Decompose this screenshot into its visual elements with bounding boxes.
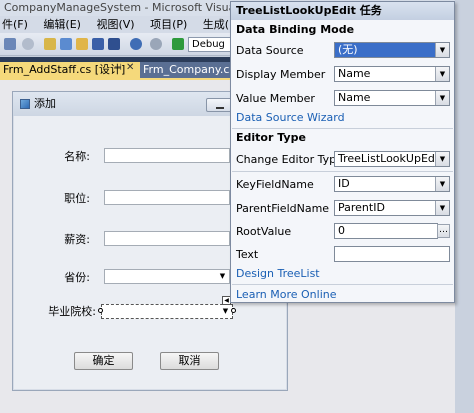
value-member-value: Name (338, 91, 371, 104)
name-label: 名称: (64, 150, 90, 163)
minimize-icon (216, 107, 224, 109)
tab-frm-company[interactable]: Frm_Company.cs (140, 62, 235, 78)
school-treelist-lookup[interactable]: ▼ (101, 304, 233, 319)
design-treelist-link[interactable]: Design TreeList (236, 267, 320, 281)
data-source-value: (无) (338, 43, 358, 56)
root-value-label: RootValue (236, 225, 292, 238)
text-label: Text (236, 248, 259, 261)
ellipsis-button[interactable]: … (437, 224, 450, 238)
salary-input[interactable] (104, 231, 230, 246)
change-editor-type-value: TreeListLookUpEdit (338, 152, 443, 165)
tasks-panel-title: TreeListLookUpEdit 任务 (231, 2, 454, 20)
display-member-combo[interactable]: Name ▼ (334, 66, 450, 82)
ok-button[interactable]: 确定 (74, 352, 133, 370)
minimize-button[interactable] (206, 98, 232, 112)
key-field-name-combo[interactable]: ID ▼ (334, 176, 450, 192)
position-label: 职位: (64, 192, 90, 205)
display-member-value: Name (338, 67, 371, 80)
redo-arrow-icon[interactable] (150, 38, 162, 50)
learn-more-online-link[interactable]: Learn More Online (236, 288, 337, 302)
value-member-label: Value Member (236, 92, 315, 105)
undo-arrow-icon[interactable] (130, 38, 142, 50)
undo-icon[interactable] (4, 38, 16, 50)
section-divider (232, 171, 453, 172)
chevron-down-icon[interactable]: ▼ (435, 177, 449, 191)
key-field-name-value: ID (338, 177, 350, 190)
data-source-label: Data Source (236, 44, 304, 57)
stop-icon[interactable] (22, 38, 34, 50)
chevron-down-icon[interactable]: ▼ (435, 43, 449, 57)
position-input[interactable] (104, 190, 230, 205)
value-member-combo[interactable]: Name ▼ (334, 90, 450, 106)
solution-configuration-combo[interactable]: Debug (188, 37, 234, 52)
key-field-name-label: KeyFieldName (236, 178, 314, 191)
menu-view[interactable]: 视图(V) (96, 16, 134, 33)
change-editor-type-label: Change Editor Type (236, 153, 343, 166)
open-file-icon[interactable] (76, 38, 88, 50)
menu-file[interactable]: 件(F) (2, 16, 28, 33)
province-label: 省份: (64, 271, 90, 284)
add-item-icon[interactable] (60, 38, 72, 50)
parent-field-name-label: ParentFieldName (236, 202, 330, 215)
form-icon (20, 99, 30, 109)
chevron-down-icon[interactable]: ▼ (435, 67, 449, 81)
chevron-down-icon[interactable]: ▼ (435, 91, 449, 105)
change-editor-type-combo[interactable]: TreeListLookUpEdit ▼ (334, 151, 450, 167)
section-divider (232, 128, 453, 129)
chevron-down-icon[interactable]: ▼ (220, 306, 231, 317)
resize-handle-right[interactable] (231, 308, 236, 313)
editor-type-section: Editor Type (236, 131, 306, 144)
menu-edit[interactable]: 编辑(E) (43, 16, 81, 33)
resize-handle-left[interactable] (98, 308, 103, 313)
start-debug-icon[interactable] (172, 38, 184, 50)
data-source-wizard-link[interactable]: Data Source Wizard (236, 111, 345, 125)
section-divider (232, 284, 453, 285)
save-all-icon[interactable] (108, 38, 120, 50)
school-label: 毕业院校: (48, 305, 96, 318)
salary-label: 薪资: (64, 233, 90, 246)
data-binding-section: Data Binding Mode (236, 23, 355, 36)
save-icon[interactable] (92, 38, 104, 50)
new-project-icon[interactable] (44, 38, 56, 50)
pin-icon[interactable]: ⊣ (114, 63, 122, 73)
text-input[interactable] (334, 246, 450, 262)
data-source-combo[interactable]: (无) ▼ (334, 42, 450, 58)
chevron-down-icon[interactable]: ▼ (435, 201, 449, 215)
parent-field-name-combo[interactable]: ParentID ▼ (334, 200, 450, 216)
parent-field-name-value: ParentID (338, 201, 385, 214)
province-combo[interactable]: ▼ (104, 269, 230, 284)
close-icon[interactable]: ✕ (126, 62, 134, 73)
menu-project[interactable]: 项目(P) (150, 16, 187, 33)
form-title: 添加 (34, 97, 56, 110)
root-value-input[interactable]: 0 (334, 223, 438, 239)
chevron-down-icon[interactable]: ▼ (217, 271, 228, 282)
cancel-button[interactable]: 取消 (160, 352, 219, 370)
toolbox-strip (455, 0, 474, 413)
chevron-down-icon[interactable]: ▼ (435, 152, 449, 166)
name-input[interactable] (104, 148, 230, 163)
display-member-label: Display Member (236, 68, 326, 81)
